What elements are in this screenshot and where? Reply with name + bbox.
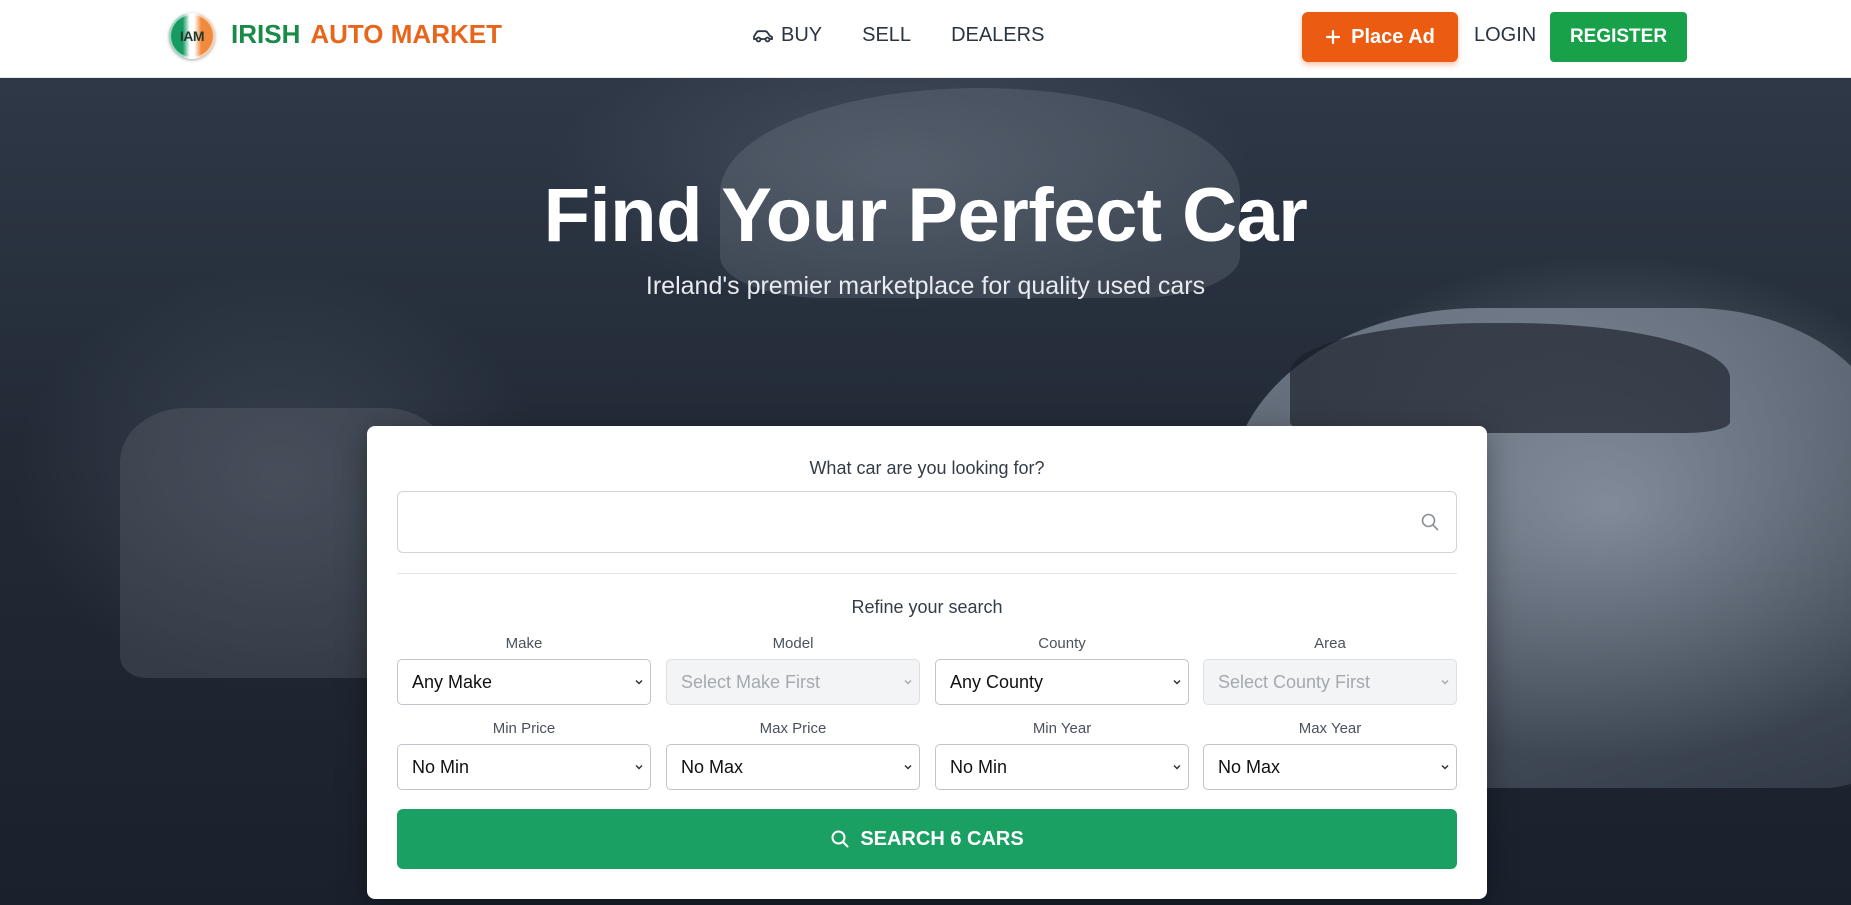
divider [397, 573, 1457, 574]
filter-max-year: Max Year No Max [1203, 720, 1457, 790]
model-select: Select Make First [666, 659, 920, 705]
search-cars-button[interactable]: SEARCH 6 CARS [397, 809, 1457, 869]
search-question: What car are you looking for? [809, 458, 1045, 478]
nav-buy[interactable]: BUY [752, 24, 822, 47]
filter-county: County Any County [935, 635, 1189, 705]
filter-min-price: Min Price No Min [397, 720, 651, 790]
model-select-value: Select Make First [681, 672, 821, 692]
chevron-down-icon [1173, 764, 1181, 770]
filter-max-price-label: Max Price [759, 720, 827, 737]
chevron-down-icon [1441, 764, 1449, 770]
min-price-select-value: No Min [412, 757, 470, 777]
county-select-value: Any County [950, 672, 1044, 692]
car-icon [753, 29, 773, 42]
filter-max-price: Max Price No Max [666, 720, 920, 790]
nav-buy-label: BUY [781, 24, 823, 46]
filter-max-year-label: Max Year [1298, 720, 1362, 737]
hero-subtitle: Ireland's premier marketplace for qualit… [645, 272, 1206, 300]
brand-name-irish: IRISH [231, 19, 301, 49]
max-year-select-value: No Max [1218, 757, 1281, 777]
refine-title: Refine your search [851, 597, 1003, 617]
make-select-value: Any Make [412, 672, 493, 692]
nav-dealers-label: DEALERS [951, 24, 1045, 46]
search-card: What car are you looking for? Refine you… [367, 426, 1487, 899]
chevron-down-icon [904, 679, 912, 685]
filter-min-year: Min Year No Min [935, 720, 1189, 790]
chevron-down-icon [1441, 679, 1449, 685]
hero-section: Find Your Perfect Car Ireland's premier … [0, 78, 1851, 905]
nav-sell-label: SELL [862, 24, 912, 46]
search-icon [831, 830, 849, 848]
login-link[interactable]: LOGIN [1474, 24, 1536, 47]
filter-area: Area Select County First [1203, 635, 1457, 705]
max-year-select[interactable]: No Max [1203, 744, 1457, 790]
place-ad-label: Place Ad [1351, 25, 1435, 48]
filter-county-label: County [1038, 635, 1086, 652]
min-year-select-value: No Min [950, 757, 1008, 777]
place-ad-button[interactable]: Place Ad [1302, 12, 1458, 62]
nav-sell[interactable]: SELL [862, 24, 911, 47]
hero-title: Find Your Perfect Car [543, 173, 1308, 258]
min-price-select[interactable]: No Min [397, 744, 651, 790]
chevron-down-icon [635, 679, 643, 685]
filter-min-price-label: Min Price [492, 720, 556, 737]
plus-icon [1326, 29, 1341, 45]
search-cars-button-label: SEARCH 6 CARS [860, 827, 1024, 850]
filter-make: Make Any Make [397, 635, 651, 705]
filter-min-year-label: Min Year [1032, 720, 1092, 737]
brand-name[interactable]: IRISH AUTO MARKET [231, 19, 502, 50]
chevron-down-icon [1173, 679, 1181, 685]
make-select[interactable]: Any Make [397, 659, 651, 705]
logo-badge[interactable]: IAM [169, 13, 215, 59]
register-button[interactable]: REGISTER [1550, 12, 1687, 62]
filter-make-label: Make [505, 635, 543, 652]
area-select: Select County First [1203, 659, 1457, 705]
filter-model: Model Select Make First [666, 635, 920, 705]
filter-model-label: Model [772, 635, 814, 652]
min-year-select[interactable]: No Min [935, 744, 1189, 790]
top-navbar: IAM IRISH AUTO MARKET BUY SELL DEALERS Pl… [0, 0, 1851, 78]
chevron-down-icon [635, 764, 643, 770]
background-car-window [1290, 323, 1730, 433]
search-box[interactable] [397, 491, 1457, 553]
search-input[interactable] [412, 502, 1396, 544]
county-select[interactable]: Any County [935, 659, 1189, 705]
brand-name-auto-market: AUTO MARKET [310, 19, 502, 49]
chevron-down-icon [904, 764, 912, 770]
max-price-select-value: No Max [681, 757, 744, 777]
max-price-select[interactable]: No Max [666, 744, 920, 790]
main-menu: BUY SELL DEALERS [752, 24, 1044, 47]
area-select-value: Select County First [1218, 672, 1371, 692]
logo-badge-text: IAM [179, 28, 205, 44]
filter-area-label: Area [1314, 635, 1346, 652]
nav-dealers[interactable]: DEALERS [951, 24, 1044, 47]
search-icon[interactable] [1420, 512, 1440, 537]
